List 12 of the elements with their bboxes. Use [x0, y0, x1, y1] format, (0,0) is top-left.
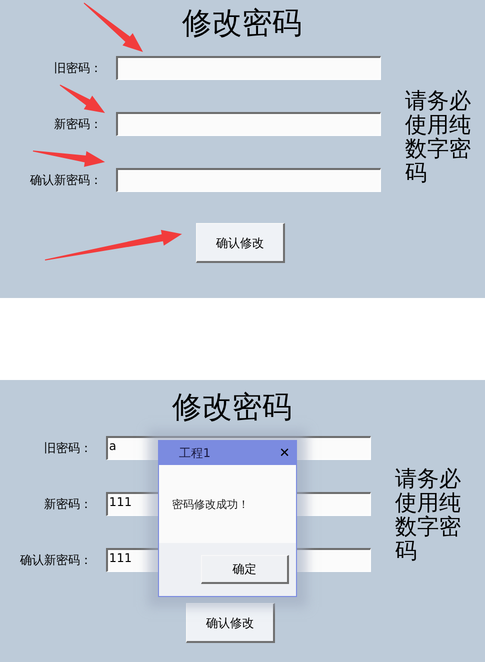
form-title: 修改密码 — [172, 390, 292, 426]
field-label: 旧密码： — [54, 60, 102, 77]
field-label: 新密码： — [54, 116, 102, 133]
dialog-message: 密码修改成功！ — [172, 497, 249, 513]
notice-text: 请务必使用纯数字密码 — [395, 468, 462, 564]
notice-text: 请务必使用纯数字密码 — [405, 90, 472, 186]
field-label: 新密码： — [44, 496, 92, 513]
field-label: 确认新密码： — [30, 172, 102, 189]
field-label: 旧密码： — [44, 440, 92, 457]
dialog-title: 工程1 — [179, 445, 211, 462]
form-title: 修改密码 — [182, 6, 302, 42]
field-label: 确认新密码： — [20, 552, 92, 569]
